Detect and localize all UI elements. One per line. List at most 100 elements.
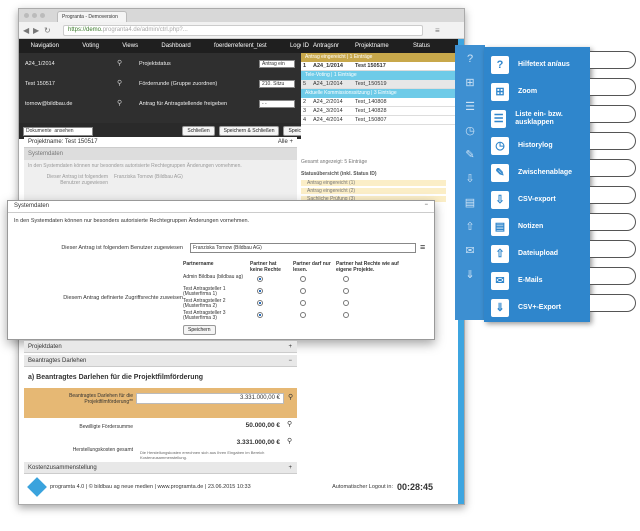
section-label: Beantragtes Darlehen (28, 358, 87, 364)
logout-label: Automatischer Logout in: (332, 483, 393, 490)
search-icon[interactable]: ⚲ (117, 79, 122, 87)
notes-icon[interactable]: ▤ (461, 195, 479, 211)
pointer-arrow (590, 105, 636, 123)
close-button[interactable]: Schließen (182, 126, 215, 136)
back-icon[interactable]: ◀ (23, 26, 29, 35)
legend-label: Liste ein- bzw. ausklappen (515, 111, 563, 126)
table-row[interactable]: 3 A24_3/2014 Test_140828 (301, 107, 461, 116)
table-row[interactable]: 4 A24_4/2014 Test_150807 (301, 116, 461, 125)
section-label: Projektdaten (28, 344, 62, 350)
table-row[interactable]: 2 A24_2/2014 Test_140808 (301, 98, 461, 107)
save-close-button[interactable]: Speichern & Schließen (218, 126, 280, 136)
partner-row: Test Antragsteller 2 (Musterfirma 2) (183, 299, 423, 310)
table-row[interactable]: 1 A24_1/2014 Test 150517 (301, 62, 461, 71)
nav-user[interactable]: foerderreferent_test (214, 43, 267, 49)
footer: programta 4.0 | © bildbau ag neue medien… (24, 476, 439, 497)
loan-input[interactable]: 3.331.000,00 € (136, 393, 284, 404)
release-select[interactable]: - - (259, 100, 295, 108)
partner-row: Test Antragsteller 1 (Musterfirma 1) (183, 287, 423, 298)
rights-radio[interactable] (343, 300, 349, 306)
table-row[interactable]: 5 A24_1/2014 Test_150519 (301, 80, 461, 89)
list-icon[interactable]: ≡ (420, 242, 425, 252)
row-id: 5 (303, 81, 307, 87)
rights-radio[interactable] (343, 288, 349, 294)
rights-radio[interactable] (257, 276, 263, 282)
csv-export-icon[interactable]: ⇩ (461, 171, 479, 187)
row-name: Test_140808 (355, 99, 387, 105)
partner-name: Test Antragsteller 1 (Musterfirma 1) (183, 286, 226, 297)
assigned-label: Dieser Antrag ist folgendem Benutzer zug… (61, 245, 183, 251)
partner-row: Test Antragsteller 3 (Musterfirma 3) (183, 311, 423, 322)
rights-radio[interactable] (300, 288, 306, 294)
section-kosten[interactable]: Kostenzusammenstellung + (24, 462, 297, 474)
col-projektname[interactable]: Projektname (355, 43, 413, 49)
clipboard-icon[interactable]: ✎ (461, 147, 479, 163)
search-icon[interactable]: ⚲ (287, 437, 292, 445)
rights-radio[interactable] (343, 312, 349, 318)
group-header[interactable]: Antrag eingereicht | 1 Einträge (301, 53, 461, 62)
status-select[interactable]: Antrag ein (259, 60, 295, 68)
col-status[interactable]: Status (413, 43, 441, 49)
assigned-select[interactable]: Franziska Tornow (Bildbau AG) (190, 243, 416, 253)
upload-icon[interactable]: ⇧ (461, 219, 479, 235)
col-full-rights: Partner hat Rechte wie auf eigene Projek… (336, 261, 399, 273)
logo (27, 476, 47, 497)
rights-radio[interactable] (300, 276, 306, 282)
pointer-arrow (590, 213, 636, 231)
round-select[interactable]: 210. Sitzu (259, 80, 295, 88)
legend-item: ◷ Historylog (484, 133, 590, 159)
collapse-icon[interactable]: − (424, 202, 428, 208)
mail-icon[interactable]: ✉ (461, 243, 479, 259)
toolbar-legend: ? Hilfetext an/aus ⊞ Zoom ☰ Liste ein- bzw. a… (484, 47, 590, 322)
section-darlehen[interactable]: Beantragtes Darlehen − (24, 355, 297, 367)
col-antragsnr[interactable]: Antragsnr (313, 43, 355, 49)
tab-bar: Progranta - Demoversion (19, 9, 464, 22)
nav-dashboard[interactable]: Dashboard (161, 43, 190, 49)
loan-row: Beantragtes Darlehen für die Projektfilm… (24, 388, 297, 418)
csv-plus-export-icon[interactable]: ⇓ (461, 267, 479, 283)
search-icon[interactable]: ⚲ (287, 420, 292, 428)
approved-value: 50.000,00 € (245, 422, 280, 429)
nav-voting[interactable]: Voting (82, 43, 99, 49)
col-id[interactable]: ID (301, 43, 313, 49)
settings-icon[interactable]: ≡ (435, 26, 440, 35)
expand-icon[interactable]: + (288, 344, 292, 350)
rights-radio[interactable] (257, 300, 263, 306)
group-header[interactable]: Aktuelle Kommissionssitzung | 3 Einträge (301, 89, 461, 98)
search-icon[interactable]: ⚲ (117, 99, 122, 107)
dialog-save-button[interactable]: Speichern (183, 325, 216, 335)
dialog-title: Systemdaten (14, 203, 50, 209)
nav-navigation[interactable]: Navigation (31, 43, 59, 49)
pointer-arrow (590, 51, 636, 69)
expand-icon[interactable]: + (288, 465, 292, 471)
search-icon[interactable]: ⚲ (288, 393, 293, 401)
section-note: In den Systemdaten können nur besonders … (28, 163, 242, 169)
expand-all-button[interactable]: Alle + (278, 139, 293, 145)
legend-item: ⊞ Zoom (484, 79, 590, 105)
systemdaten-dialog: Systemdaten − In den Systemdaten können n… (7, 200, 435, 340)
section-projektdaten[interactable]: Projektdaten + (24, 341, 297, 353)
group-header[interactable]: Tele-Voting | 1 Einträge (301, 71, 461, 80)
row-antragsnr: A24_1/2014 (313, 63, 343, 69)
row-id: 4 (303, 117, 307, 123)
window-controls[interactable] (24, 13, 45, 18)
rights-radio[interactable] (343, 276, 349, 282)
zoom-icon[interactable]: ⊞ (461, 75, 479, 91)
search-icon[interactable]: ⚲ (117, 59, 122, 67)
nav-views[interactable]: Views (122, 43, 138, 49)
browser-tab[interactable]: Progranta - Demoversion (57, 11, 127, 22)
list-toggle-icon[interactable]: ☰ (461, 99, 479, 115)
rights-radio[interactable] (257, 312, 263, 318)
help-icon[interactable]: ? (461, 51, 479, 67)
rights-radio[interactable] (300, 312, 306, 318)
collapse-icon[interactable]: − (288, 358, 292, 364)
address-bar-row: ◀ ▶ ↻ https://demo.progranta4.de/admin/c… (19, 22, 464, 39)
forward-icon[interactable]: ▶ (33, 26, 39, 35)
rights-radio[interactable] (300, 300, 306, 306)
reload-icon[interactable]: ↻ (44, 26, 51, 35)
rights-radio[interactable] (257, 288, 263, 294)
url-field[interactable]: https://demo.progranta4.de/admin/ctrl.ph… (63, 25, 423, 36)
history-icon[interactable]: ◷ (461, 123, 479, 139)
user-email: tornow@bildbau.de (25, 101, 73, 107)
documents-select[interactable]: Dokumente ansehen (23, 126, 93, 136)
